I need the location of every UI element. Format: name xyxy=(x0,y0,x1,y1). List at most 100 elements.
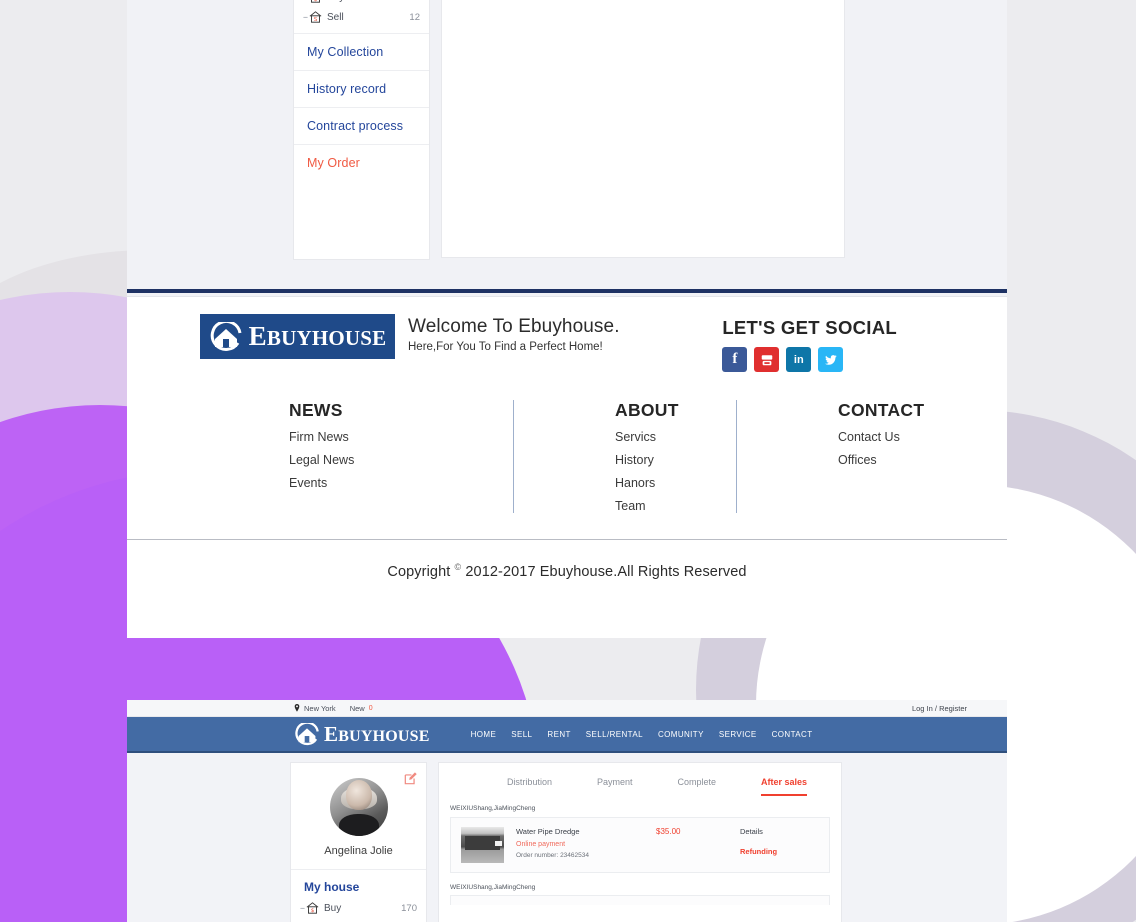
navbar-logo-word: BUYHOUSE xyxy=(338,727,430,745)
profile-sidebar: Angelina Jolie My house -- $ Buy 170 xyxy=(290,762,427,922)
tab-distribution[interactable]: Distribution xyxy=(507,777,552,796)
my-house-counts: -- $ Buy 170 -- xyxy=(294,0,429,33)
footer-link-columns: NEWS Firm News Legal News Events ABOUT S… xyxy=(127,382,1007,539)
utility-new-label[interactable]: New xyxy=(350,704,365,713)
order-row-partial-2 xyxy=(450,895,830,905)
welcome-subtitle: Here,For You To Find a Perfect Home! xyxy=(408,341,603,353)
footer-link-firm-news[interactable]: Firm News xyxy=(289,430,513,444)
location-pin-icon xyxy=(294,704,300,712)
nav-item-service[interactable]: SERVICE xyxy=(719,730,757,739)
order-details-link[interactable]: Details xyxy=(740,827,777,836)
product-thumbnail xyxy=(461,827,504,863)
linkedin-icon[interactable]: in xyxy=(786,347,812,372)
copyright-line: Copyright © 2012-2017 Ebuyhouse.All Righ… xyxy=(127,540,1007,580)
sidebar-item-my-collection[interactable]: My Collection xyxy=(294,33,429,70)
avatar xyxy=(329,778,388,836)
social-section: LET'S GET SOCIAL f in xyxy=(722,314,897,372)
footer-link-contact-us[interactable]: Contact Us xyxy=(838,430,959,444)
nav-item-sell[interactable]: SELL xyxy=(511,730,532,739)
nav-item-rent[interactable]: RENT xyxy=(547,730,570,739)
footer-link-hanors[interactable]: Hanors xyxy=(615,476,736,490)
avatar-face xyxy=(345,780,372,811)
nav-item-contact[interactable]: CONTACT xyxy=(772,730,813,739)
footer-link-team[interactable]: Team xyxy=(615,499,736,513)
copyright-text: 2012-2017 Ebuyhouse.All Rights Reserved xyxy=(465,563,747,580)
profile-house-counts: -- $ Buy 170 -- xyxy=(291,898,426,922)
house-row-label: Sell xyxy=(327,11,344,23)
house-buy-icon: $ xyxy=(306,902,319,914)
login-register-link[interactable]: Log In / Register xyxy=(912,704,967,713)
navbar-logo[interactable]: EBUYHOUSE xyxy=(294,721,430,746)
house-logo-icon xyxy=(209,319,243,352)
tree-dash: -- xyxy=(300,903,305,913)
sidebar-item-my-order[interactable]: My Order xyxy=(294,144,429,181)
site-footer: EBUYHOUSE Welcome To Ebuyhouse. Here,For… xyxy=(127,289,1007,638)
order-price: $35.00 xyxy=(656,827,681,836)
footer-column-title: NEWS xyxy=(289,400,343,420)
utility-city[interactable]: New York xyxy=(304,704,336,713)
house-row[interactable]: -- S Sell 12 xyxy=(300,918,417,922)
facebook-icon[interactable]: f xyxy=(722,347,748,372)
tab-after-sales[interactable]: After sales xyxy=(761,777,808,796)
house-row[interactable]: -- $ Buy 170 xyxy=(303,0,420,7)
nav-item-sell-rental[interactable]: SELL/RENTAL xyxy=(586,730,643,739)
order-row[interactable]: Water Pipe Dredge Online payment Order n… xyxy=(450,817,830,873)
order-shop-name: WEIXIUShang,JiaMingCheng xyxy=(450,805,536,812)
order-tabs: Distribution Payment Complete After sale… xyxy=(439,763,841,796)
youtube-icon[interactable] xyxy=(754,347,780,372)
footer-link-legal-news[interactable]: Legal News xyxy=(289,453,513,467)
account-sidebar: -- $ Buy 170 -- xyxy=(293,0,430,260)
tab-payment[interactable]: Payment xyxy=(597,777,633,796)
lower-content: Angelina Jolie My house -- $ Buy 170 Dis… xyxy=(127,753,1007,922)
house-sell-icon: S xyxy=(309,11,322,23)
footer-column-title: ABOUT xyxy=(615,400,679,420)
house-row-count: 170 xyxy=(401,902,417,914)
footer-bottom-padding xyxy=(127,580,1007,638)
svg-text:$: $ xyxy=(311,908,315,914)
house-row-count: 170 xyxy=(404,0,420,3)
footer-logo[interactable]: EBUYHOUSE xyxy=(200,314,395,359)
welcome-title: Welcome To Ebuyhouse. xyxy=(408,316,620,337)
footer-logo-text: EBUYHOUSE xyxy=(249,323,387,350)
sidebar-item-contract-process[interactable]: Contract process xyxy=(294,107,429,144)
profile-name: Angelina Jolie xyxy=(324,845,393,857)
edit-pencil-icon[interactable] xyxy=(404,771,418,785)
footer-logo-word: BUYHOUSE xyxy=(266,326,387,350)
twitter-icon[interactable] xyxy=(818,347,844,372)
order-panel: Distribution Payment Complete After sale… xyxy=(438,762,842,922)
main-navbar: EBUYHOUSE HOME SELL RENT SELL/RENTAL COM… xyxy=(127,717,1007,753)
utility-new-badge: 0 xyxy=(368,704,373,712)
sidebar-item-history-record[interactable]: History record xyxy=(294,70,429,107)
footer-link-events[interactable]: Events xyxy=(289,476,513,490)
order-actions: Details Refunding xyxy=(740,827,777,863)
house-row-label: Buy xyxy=(327,0,404,3)
thumbnail-highlight xyxy=(495,841,502,846)
footer-welcome: Welcome To Ebuyhouse. Here,For You To Fi… xyxy=(408,314,620,353)
footer-column-contact: CONTACT Contact Us Offices xyxy=(736,400,959,513)
tab-complete[interactable]: Complete xyxy=(678,777,717,796)
navbar-links: HOME SELL RENT SELL/RENTAL COMUNITY SERV… xyxy=(471,730,813,739)
order-number: Order number: 23462534 xyxy=(516,852,589,859)
second-page-view: New York New 0 Log In / Register EBUYHOU… xyxy=(127,700,1007,922)
footer-link-offices[interactable]: Offices xyxy=(838,453,959,467)
tree-dash: -- xyxy=(303,12,308,22)
house-row[interactable]: -- $ Buy 170 xyxy=(300,898,417,918)
footer-logo-initial: E xyxy=(248,321,267,351)
house-row[interactable]: -- S Sell 12 xyxy=(303,7,420,27)
avatar-body xyxy=(338,814,379,836)
svg-text:S: S xyxy=(314,17,318,23)
copyright-mark-icon: © xyxy=(454,562,462,572)
navbar-logo-initial: E xyxy=(324,721,339,746)
order-info: Water Pipe Dredge Online payment Order n… xyxy=(516,827,644,863)
nav-item-comunity[interactable]: COMUNITY xyxy=(658,730,704,739)
order-shop-name-2: WEIXIUShang,JiaMingCheng xyxy=(450,884,536,891)
website-page-column: -- $ Buy 170 -- xyxy=(127,0,1007,638)
footer-column-about: ABOUT Servics History Hanors Team xyxy=(513,400,736,513)
account-main-panel xyxy=(441,0,845,258)
svg-text:$: $ xyxy=(314,0,318,3)
account-page-bottom: -- $ Buy 170 -- xyxy=(127,0,1007,289)
footer-link-history[interactable]: History xyxy=(615,453,736,467)
footer-link-servics[interactable]: Servics xyxy=(615,430,736,444)
nav-item-home[interactable]: HOME xyxy=(471,730,497,739)
utility-bar: New York New 0 Log In / Register xyxy=(127,700,1007,717)
